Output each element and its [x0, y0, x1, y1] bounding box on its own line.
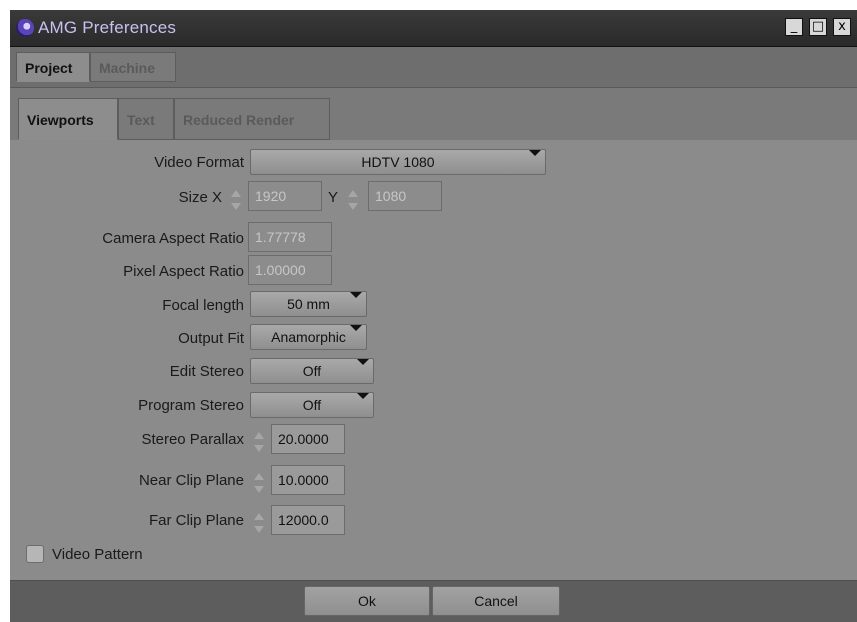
size-x-label: Size X [178, 189, 222, 206]
stereo-parallax-field[interactable]: 20.0000 [271, 424, 345, 454]
preferences-window: AMG Preferences _ □ x Project Machine Vi… [10, 10, 857, 622]
chevron-down-icon [350, 325, 362, 331]
size-x-field[interactable]: 1920 [248, 181, 322, 211]
edit-stereo-label: Edit Stereo [169, 363, 244, 380]
focal-length-value: 50 mm [287, 296, 330, 312]
spinner-arrows-icon[interactable] [254, 513, 264, 533]
video-format-value: HDTV 1080 [361, 154, 435, 170]
maximize-button[interactable]: □ [809, 18, 827, 36]
output-fit-value: Anamorphic [271, 329, 346, 345]
tab-machine[interactable]: Machine [90, 52, 176, 82]
stereo-parallax-label: Stereo Parallax [141, 431, 244, 448]
ok-button[interactable]: Ok [304, 586, 430, 616]
chevron-down-icon [357, 393, 369, 399]
cancel-button[interactable]: Cancel [432, 586, 560, 616]
top-tab-bar: Project Machine [10, 47, 857, 88]
output-fit-label: Output Fit [178, 330, 244, 347]
program-stereo-value: Off [302, 397, 322, 413]
size-y-label: Y [328, 189, 339, 206]
pixel-aspect-field: 1.00000 [248, 255, 332, 285]
spinner-arrows-icon[interactable] [348, 190, 358, 210]
title-bar[interactable]: AMG Preferences _ □ x [10, 10, 857, 47]
camera-aspect-field: 1.77778 [248, 222, 332, 252]
chevron-down-icon [529, 150, 541, 156]
focal-length-label: Focal length [162, 297, 244, 314]
near-clip-label: Near Clip Plane [138, 472, 244, 489]
camera-aspect-label: Camera Aspect Ratio [102, 230, 244, 247]
far-clip-label: Far Clip Plane [148, 512, 244, 529]
program-stereo-label: Program Stereo [138, 397, 244, 414]
chevron-down-icon [357, 359, 369, 365]
chevron-down-icon [350, 292, 362, 298]
app-logo-icon [16, 19, 34, 37]
spinner-arrows-icon[interactable] [254, 473, 264, 493]
tab-reduced-render[interactable]: Reduced Render [174, 98, 330, 140]
spinner-arrows-icon[interactable] [254, 432, 264, 452]
video-format-dropdown[interactable]: HDTV 1080 [250, 149, 546, 175]
program-stereo-dropdown[interactable]: Off [250, 392, 374, 418]
spinner-arrows-icon[interactable] [231, 190, 241, 210]
far-clip-field[interactable]: 12000.0 [271, 505, 345, 535]
minimize-button[interactable]: _ [785, 18, 803, 36]
tab-project[interactable]: Project [16, 52, 90, 82]
window-title: AMG Preferences [38, 18, 177, 37]
edit-stereo-value: Off [302, 363, 322, 379]
size-y-field[interactable]: 1080 [368, 181, 442, 211]
close-button[interactable]: x [833, 18, 851, 36]
focal-length-dropdown[interactable]: 50 mm [250, 291, 367, 317]
near-clip-field[interactable]: 10.0000 [271, 465, 345, 495]
video-pattern-checkbox[interactable] [26, 545, 44, 563]
output-fit-dropdown[interactable]: Anamorphic [250, 324, 367, 350]
edit-stereo-dropdown[interactable]: Off [250, 358, 374, 384]
video-pattern-label: Video Pattern [52, 546, 143, 563]
pixel-aspect-label: Pixel Aspect Ratio [123, 263, 244, 280]
inner-tab-bar: Viewports Text Reduced Render [10, 88, 857, 140]
video-format-label: Video Format [154, 154, 244, 171]
tab-text[interactable]: Text [118, 98, 174, 140]
tab-viewports[interactable]: Viewports [18, 98, 118, 140]
